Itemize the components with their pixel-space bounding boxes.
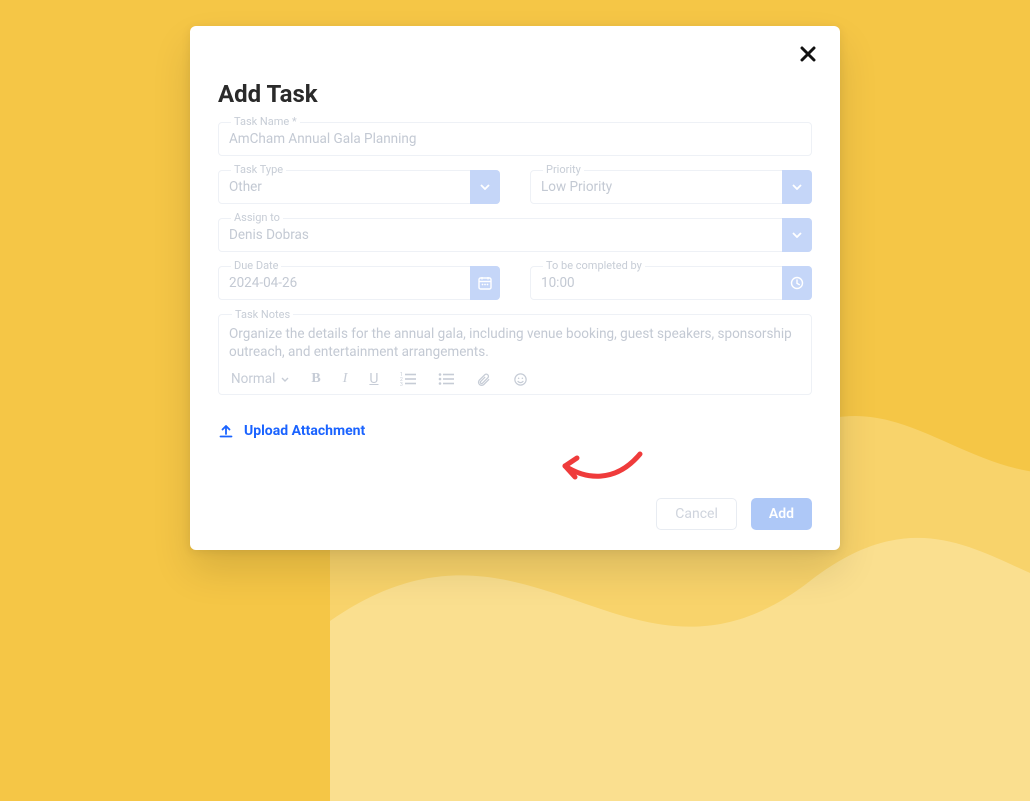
emoji-icon [513,372,528,387]
complete-by-time-button[interactable] [782,266,812,300]
bold-button[interactable]: B [311,371,320,387]
add-button[interactable]: Add [751,498,812,530]
unordered-list-button[interactable] [438,372,454,386]
modal-title: Add Task [218,80,812,108]
caret-down-icon [281,377,289,382]
paperclip-icon [476,372,491,387]
assign-to-field[interactable]: Assign to Denis Dobras [218,218,812,252]
caret-down-icon [792,232,802,238]
close-button[interactable] [794,40,822,68]
task-name-field[interactable]: Task Name * AmCham Annual Gala Planning [218,122,812,156]
cancel-button[interactable]: Cancel [656,498,737,530]
clock-icon [790,276,804,290]
task-notes-field[interactable]: Task Notes Organize the details for the … [218,314,812,395]
close-icon [800,46,816,62]
format-select[interactable]: Normal [231,371,289,387]
task-type-label: Task Type [231,163,286,176]
unordered-list-icon [438,372,454,386]
underline-button[interactable]: U [369,371,378,387]
complete-by-label: To be completed by [543,259,645,272]
task-notes-label: Task Notes [232,308,293,321]
due-date-picker-button[interactable] [470,266,500,300]
assign-to-dropdown-button[interactable] [782,218,812,252]
task-name-label: Task Name * [231,115,300,128]
caret-down-icon [792,184,802,190]
add-task-modal: Add Task Task Name * AmCham Annual Gala … [190,26,840,550]
due-date-label: Due Date [231,259,281,272]
task-name-input[interactable]: AmCham Annual Gala Planning [218,122,812,156]
assign-to-label: Assign to [231,211,283,224]
ordered-list-icon: 1 2 3 [400,372,416,386]
caret-down-icon [480,184,490,190]
svg-text:3: 3 [400,382,403,386]
format-label: Normal [231,371,275,387]
modal-footer: Cancel Add [656,498,812,530]
italic-button[interactable]: I [343,371,348,387]
editor-toolbar: Normal B I U 1 2 3 [229,361,801,391]
task-type-field[interactable]: Task Type Other [218,170,500,204]
priority-field[interactable]: Priority Low Priority [530,170,812,204]
calendar-icon [478,276,492,290]
upload-icon [218,423,234,439]
task-notes-editor[interactable]: Organize the details for the annual gala… [229,321,801,361]
attachment-button[interactable] [476,372,491,387]
annotation-arrow [555,444,645,494]
upload-attachment-button[interactable]: Upload Attachment [218,423,365,439]
assign-to-select[interactable]: Denis Dobras [218,218,812,252]
ordered-list-button[interactable]: 1 2 3 [400,372,416,386]
priority-dropdown-button[interactable] [782,170,812,204]
emoji-button[interactable] [513,372,528,387]
due-date-field[interactable]: Due Date 2024-04-26 [218,266,500,300]
upload-attachment-label: Upload Attachment [244,423,365,439]
priority-label: Priority [543,163,584,176]
complete-by-field[interactable]: To be completed by 10:00 [530,266,812,300]
task-type-dropdown-button[interactable] [470,170,500,204]
